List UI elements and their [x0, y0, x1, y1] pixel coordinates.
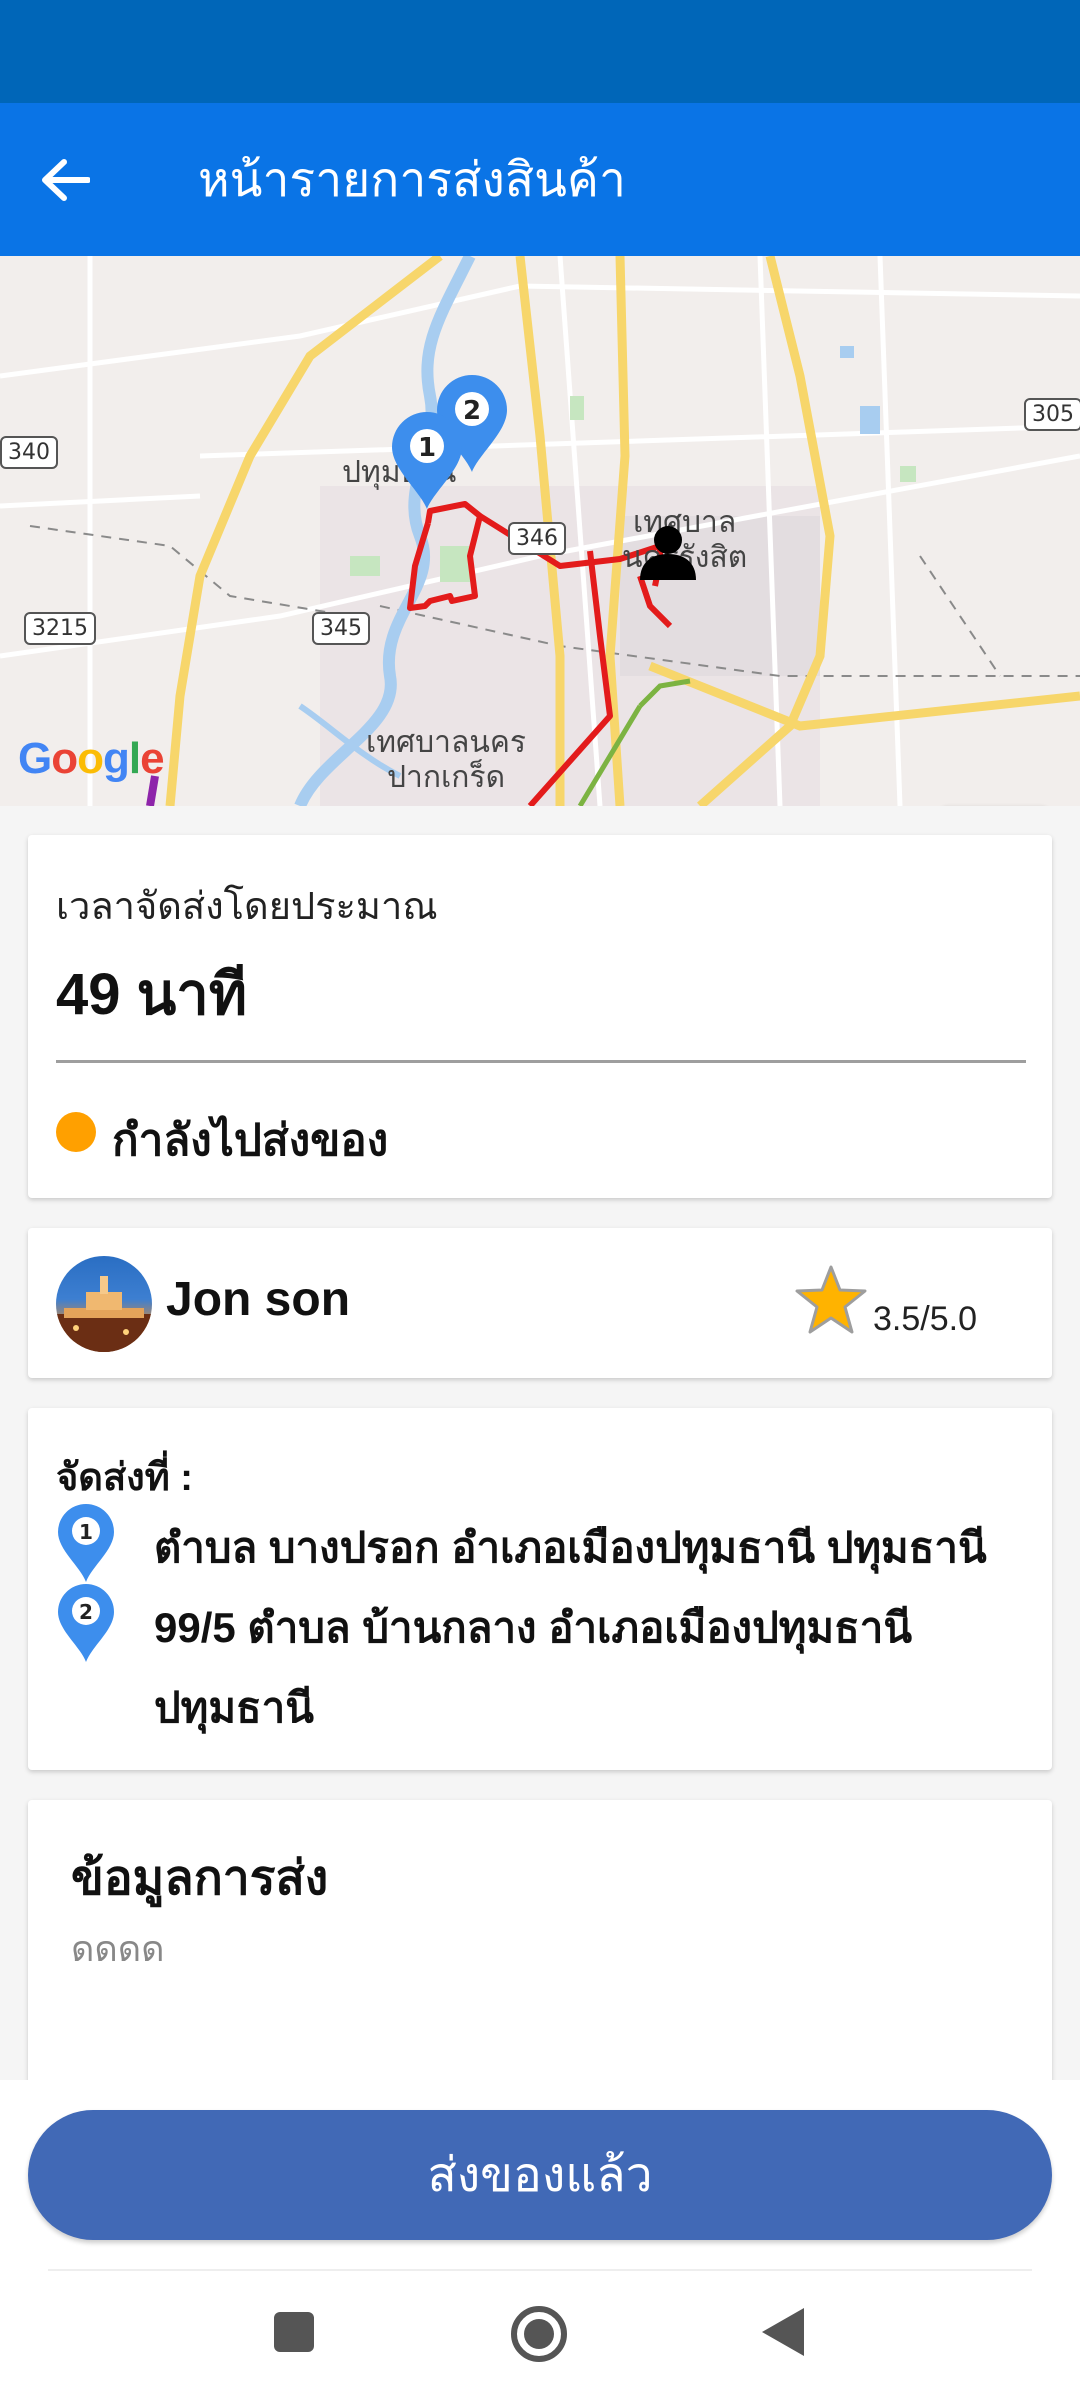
delivery-status: กำลังไปส่งของ — [112, 1116, 389, 1165]
delivery-info-subtitle: ดดดด — [71, 1928, 165, 1969]
bottom-bar: ส่งของแล้ว — [0, 2080, 1080, 2400]
back-button[interactable] — [0, 103, 130, 256]
page-title: หน้ารายการส่งสินค้า — [198, 153, 626, 207]
driver-card[interactable]: Jon son 3.5/5.0 — [28, 1228, 1052, 1378]
app-bar: หน้ารายการส่งสินค้า — [0, 103, 1080, 256]
route-shield: 346 — [508, 522, 566, 555]
delivery-info-card: ข้อมูลการส่ง ดดดด ระยะทาง 22 กม. — [28, 1800, 1052, 2120]
address-1: ตำบล บางปรอก อำเภอเมืองปทุมธานี ปทุมธานี — [154, 1524, 987, 1571]
back-nav-icon[interactable] — [760, 2306, 806, 2358]
map-label-pak-kret: เทศบาลนคร ปากเกร็ด — [366, 725, 527, 795]
route-shield: 340 — [0, 436, 58, 469]
google-logo: Google — [18, 734, 165, 783]
address-pin-2-icon: 2 — [58, 1584, 114, 1662]
address-pin-1-icon: 1 — [58, 1504, 114, 1582]
arrow-left-icon — [42, 158, 90, 201]
driver-rating: 3.5/5.0 — [873, 1300, 977, 1338]
delivered-button[interactable]: ส่งของแล้ว — [28, 2110, 1052, 2240]
avatar — [56, 1256, 152, 1352]
delivery-info-title: ข้อมูลการส่ง — [71, 1852, 329, 1905]
address-pin-2-number: 2 — [79, 1600, 93, 1624]
route-shield: 305 — [1024, 398, 1080, 431]
map-pin-1[interactable]: 1 — [390, 411, 464, 511]
status-bar — [0, 0, 1080, 103]
status-dot — [56, 1112, 96, 1152]
eta-card: เวลาจัดส่งโดยประมาณ 49 นาที กำลังไปส่งขอ… — [28, 835, 1052, 1198]
map-pin-2-number: 2 — [463, 396, 481, 426]
route-shield: 3215 — [24, 612, 96, 645]
home-icon[interactable] — [510, 2305, 568, 2363]
route-shield: 345 — [312, 612, 370, 645]
recent-apps-icon[interactable] — [272, 2310, 316, 2354]
star-icon — [795, 1265, 867, 1334]
address-2: 99/5 ตำบล บ้านกลาง อำเภอเมืองปทุมธานี ปท… — [154, 1604, 913, 1731]
map-view[interactable]: ปทุมธานี เทศบาล นครรังสิต เทศบาลนคร ปากเ… — [0, 256, 1080, 806]
deliver-to-label: จัดส่งที่ : — [56, 1457, 193, 1499]
delivery-address-card: จัดส่งที่ : 1 ตำบล บางปรอก อำเภอเมืองปทุ… — [28, 1408, 1052, 1770]
driver-name: Jon son — [166, 1273, 351, 1326]
driver-location-icon — [640, 526, 696, 580]
address-pin-1-number: 1 — [79, 1520, 93, 1544]
nav-divider — [48, 2269, 1032, 2271]
eta-label: เวลาจัดส่งโดยประมาณ — [56, 886, 438, 928]
eta-value: 49 นาที — [56, 962, 248, 1027]
map-pin-1-number: 1 — [418, 433, 436, 463]
divider — [56, 1060, 1026, 1063]
